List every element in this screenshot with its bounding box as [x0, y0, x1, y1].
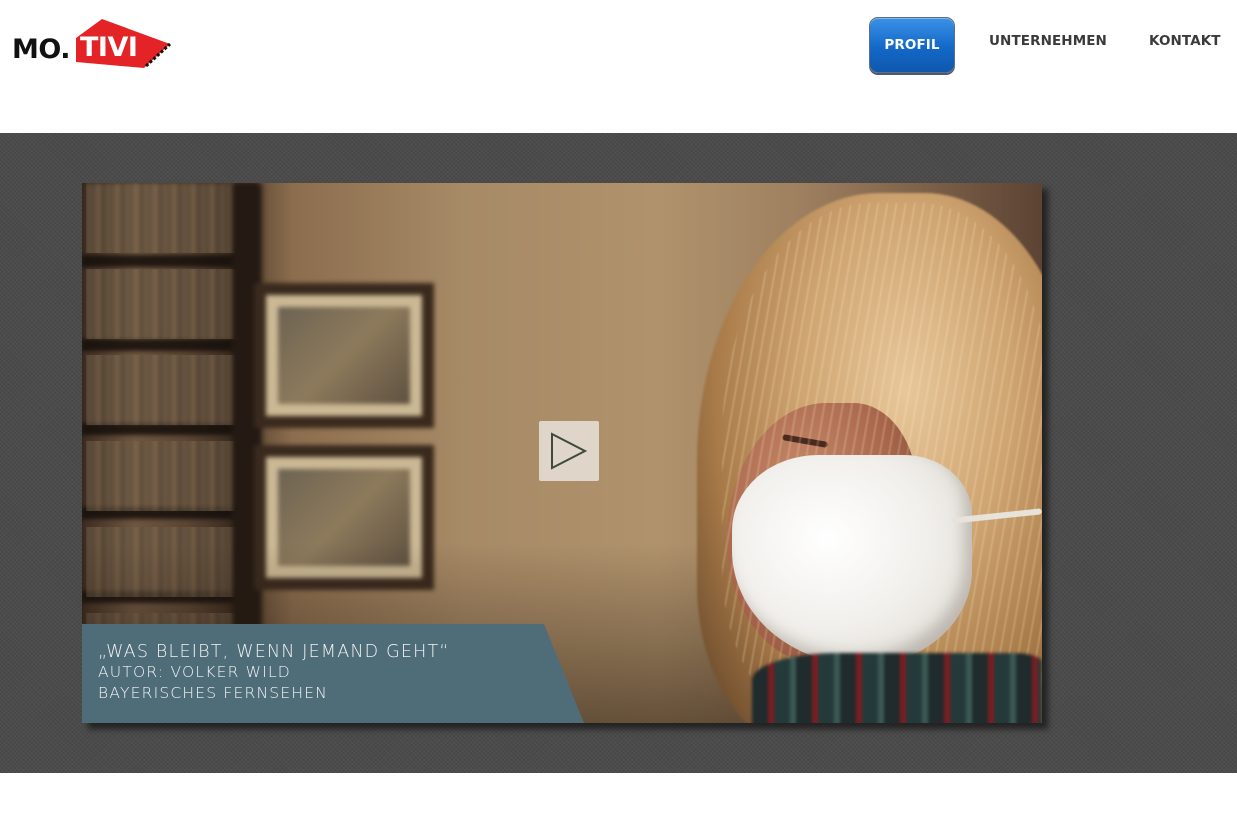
video-broadcaster: BAYERISCHES FERNSEHEN: [98, 684, 328, 702]
nav-profil-button[interactable]: PROFIL: [869, 17, 955, 73]
svg-text:MO.: MO.: [12, 34, 70, 65]
video-author: AUTOR: VOLKER WILD: [98, 663, 291, 681]
picture-frame-upper: [254, 283, 434, 428]
nav-unternehmen-link[interactable]: UNTERNEHMEN: [989, 17, 1107, 73]
hero-stage: „WAS BLEIBT, WENN JEMAND GEHT“ AUTOR: VO…: [0, 133, 1237, 773]
motivi-logo-mark: MO. TIVI: [12, 19, 172, 68]
motivi-logo[interactable]: MO. TIVI: [10, 16, 172, 76]
video-title: „WAS BLEIBT, WENN JEMAND GEHT“: [98, 642, 450, 662]
site-header: MO. TIVI PROFIL UNTERNEHMEN KONTAKT: [0, 0, 1237, 133]
play-button[interactable]: [539, 421, 599, 481]
video-player[interactable]: „WAS BLEIBT, WENN JEMAND GEHT“ AUTOR: VO…: [82, 183, 1042, 723]
scarf: [752, 653, 1042, 723]
nav-kontakt-link[interactable]: KONTAKT: [1149, 17, 1221, 73]
video-caption: „WAS BLEIBT, WENN JEMAND GEHT“ AUTOR: VO…: [82, 624, 584, 723]
svg-text:TIVI: TIVI: [80, 32, 137, 63]
play-icon: [551, 432, 588, 470]
